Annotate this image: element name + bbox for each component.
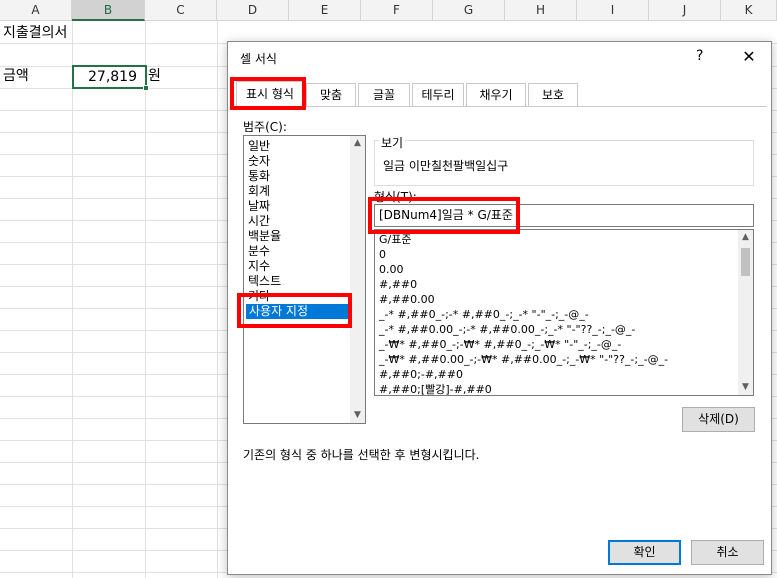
- category-scrollbar[interactable]: ▲ ▼: [350, 136, 365, 423]
- close-icon[interactable]: ✕: [738, 46, 760, 68]
- category-item-time[interactable]: 시간: [248, 214, 270, 229]
- cell-b4-value: 27,819: [88, 69, 137, 85]
- format-code-input[interactable]: [DBNum4]일금 * G/표준: [374, 204, 754, 227]
- ok-button[interactable]: 확인: [608, 540, 681, 565]
- format-list-item[interactable]: #,##0: [379, 278, 417, 292]
- column-header-j[interactable]: J: [649, 0, 721, 21]
- column-header-g[interactable]: G: [433, 0, 505, 21]
- tab-fill[interactable]: 채우기: [466, 83, 526, 107]
- format-list-item[interactable]: 0.00: [379, 263, 404, 277]
- category-item-special[interactable]: 기타: [248, 289, 270, 304]
- format-list-item[interactable]: G/표준: [379, 233, 411, 247]
- dialog-title: 셀 서식: [240, 52, 277, 66]
- format-list-item[interactable]: #,##0.00: [379, 293, 435, 307]
- category-item-percentage[interactable]: 백분율: [248, 229, 281, 244]
- delete-button[interactable]: 삭제(D): [682, 407, 755, 432]
- category-item-fraction[interactable]: 분수: [248, 244, 270, 259]
- format-list-item[interactable]: #,##0;-#,##0: [379, 368, 463, 382]
- column-header-h[interactable]: H: [505, 0, 577, 21]
- category-item-currency[interactable]: 통화: [248, 169, 270, 184]
- column-header-d[interactable]: D: [217, 0, 289, 21]
- column-header-b[interactable]: B: [72, 0, 145, 21]
- preview-label: 보기: [379, 134, 406, 151]
- column-header-e[interactable]: E: [289, 0, 361, 21]
- format-list-item[interactable]: _-* #,##0_-;-* #,##0_-;_-* "-"_-;_-@_-: [379, 308, 589, 322]
- category-item-number[interactable]: 숫자: [248, 154, 270, 169]
- tab-font[interactable]: 글꼴: [358, 83, 410, 107]
- format-list-item[interactable]: _-₩* #,##0.00_-;-₩* #,##0.00_-;_-₩* "-"?…: [379, 353, 668, 367]
- category-item-scientific[interactable]: 지수: [248, 259, 270, 274]
- tab-number-format[interactable]: 표시 형식: [236, 81, 304, 107]
- scroll-up-icon[interactable]: ▲: [350, 136, 365, 151]
- format-list-item[interactable]: 0: [379, 248, 386, 262]
- format-list-item[interactable]: #,##0;[빨강]-#,##0: [379, 383, 492, 395]
- format-list-item[interactable]: _-* #,##0.00_-;-* #,##0.00_-;_-* "-"??_-…: [379, 323, 635, 337]
- active-cell-b4[interactable]: 27,819: [72, 65, 149, 91]
- column-header-c[interactable]: C: [145, 0, 217, 21]
- tab-divider: [234, 106, 767, 107]
- grid-line: [72, 21, 73, 578]
- description-text: 기존의 형식 중 하나를 선택한 후 변형시킵니다.: [243, 448, 480, 462]
- cell-a4[interactable]: 금액: [3, 66, 29, 86]
- column-header-f[interactable]: F: [361, 0, 433, 21]
- tab-alignment[interactable]: 맞춤: [306, 83, 356, 107]
- category-item-date[interactable]: 날짜: [248, 199, 270, 214]
- category-item-text[interactable]: 텍스트: [248, 274, 281, 289]
- format-code-list[interactable]: G/표준 0 0.00 #,##0 #,##0.00 _-* #,##0_-;-…: [374, 229, 754, 396]
- scroll-thumb[interactable]: [741, 248, 750, 276]
- category-item-accounting[interactable]: 회계: [248, 184, 270, 199]
- cell-a2[interactable]: 지출결의서: [3, 23, 67, 43]
- scroll-up-icon[interactable]: ▲: [738, 230, 753, 245]
- preview-value: 일금 이만칠천팔백일십구: [383, 159, 509, 173]
- format-label: 형식(T):: [374, 190, 417, 204]
- column-header-a[interactable]: A: [0, 0, 72, 21]
- category-item-general[interactable]: 일반: [248, 139, 270, 154]
- help-button[interactable]: ?: [696, 48, 703, 64]
- format-list-scrollbar[interactable]: ▲ ▼: [738, 230, 753, 395]
- category-list[interactable]: 일반 숫자 통화 회계 날짜 시간 백분율 분수 지수 텍스트 기타 사용자 지…: [243, 135, 366, 424]
- format-list-item[interactable]: _-₩* #,##0_-;-₩* #,##0_-;_-₩* "-"_-;_-@_…: [379, 338, 621, 352]
- cancel-button[interactable]: 취소: [691, 540, 764, 565]
- scroll-down-icon[interactable]: ▼: [350, 408, 365, 423]
- category-item-custom[interactable]: 사용자 지정: [246, 304, 348, 319]
- column-header-k[interactable]: K: [721, 0, 777, 21]
- cell-c4[interactable]: 원: [148, 66, 161, 86]
- tab-border[interactable]: 테두리: [412, 83, 464, 107]
- grid-line: [217, 21, 218, 578]
- category-label: 범주(C):: [243, 120, 287, 134]
- tab-protection[interactable]: 보호: [528, 83, 578, 107]
- format-cells-dialog: 셀 서식 ? ✕ 표시 형식 맞춤 글꼴 테두리 채우기 보호 범주(C): 일…: [227, 41, 772, 575]
- column-header-i[interactable]: I: [577, 0, 649, 21]
- grid-line: [145, 21, 146, 578]
- scroll-down-icon[interactable]: ▼: [738, 380, 753, 395]
